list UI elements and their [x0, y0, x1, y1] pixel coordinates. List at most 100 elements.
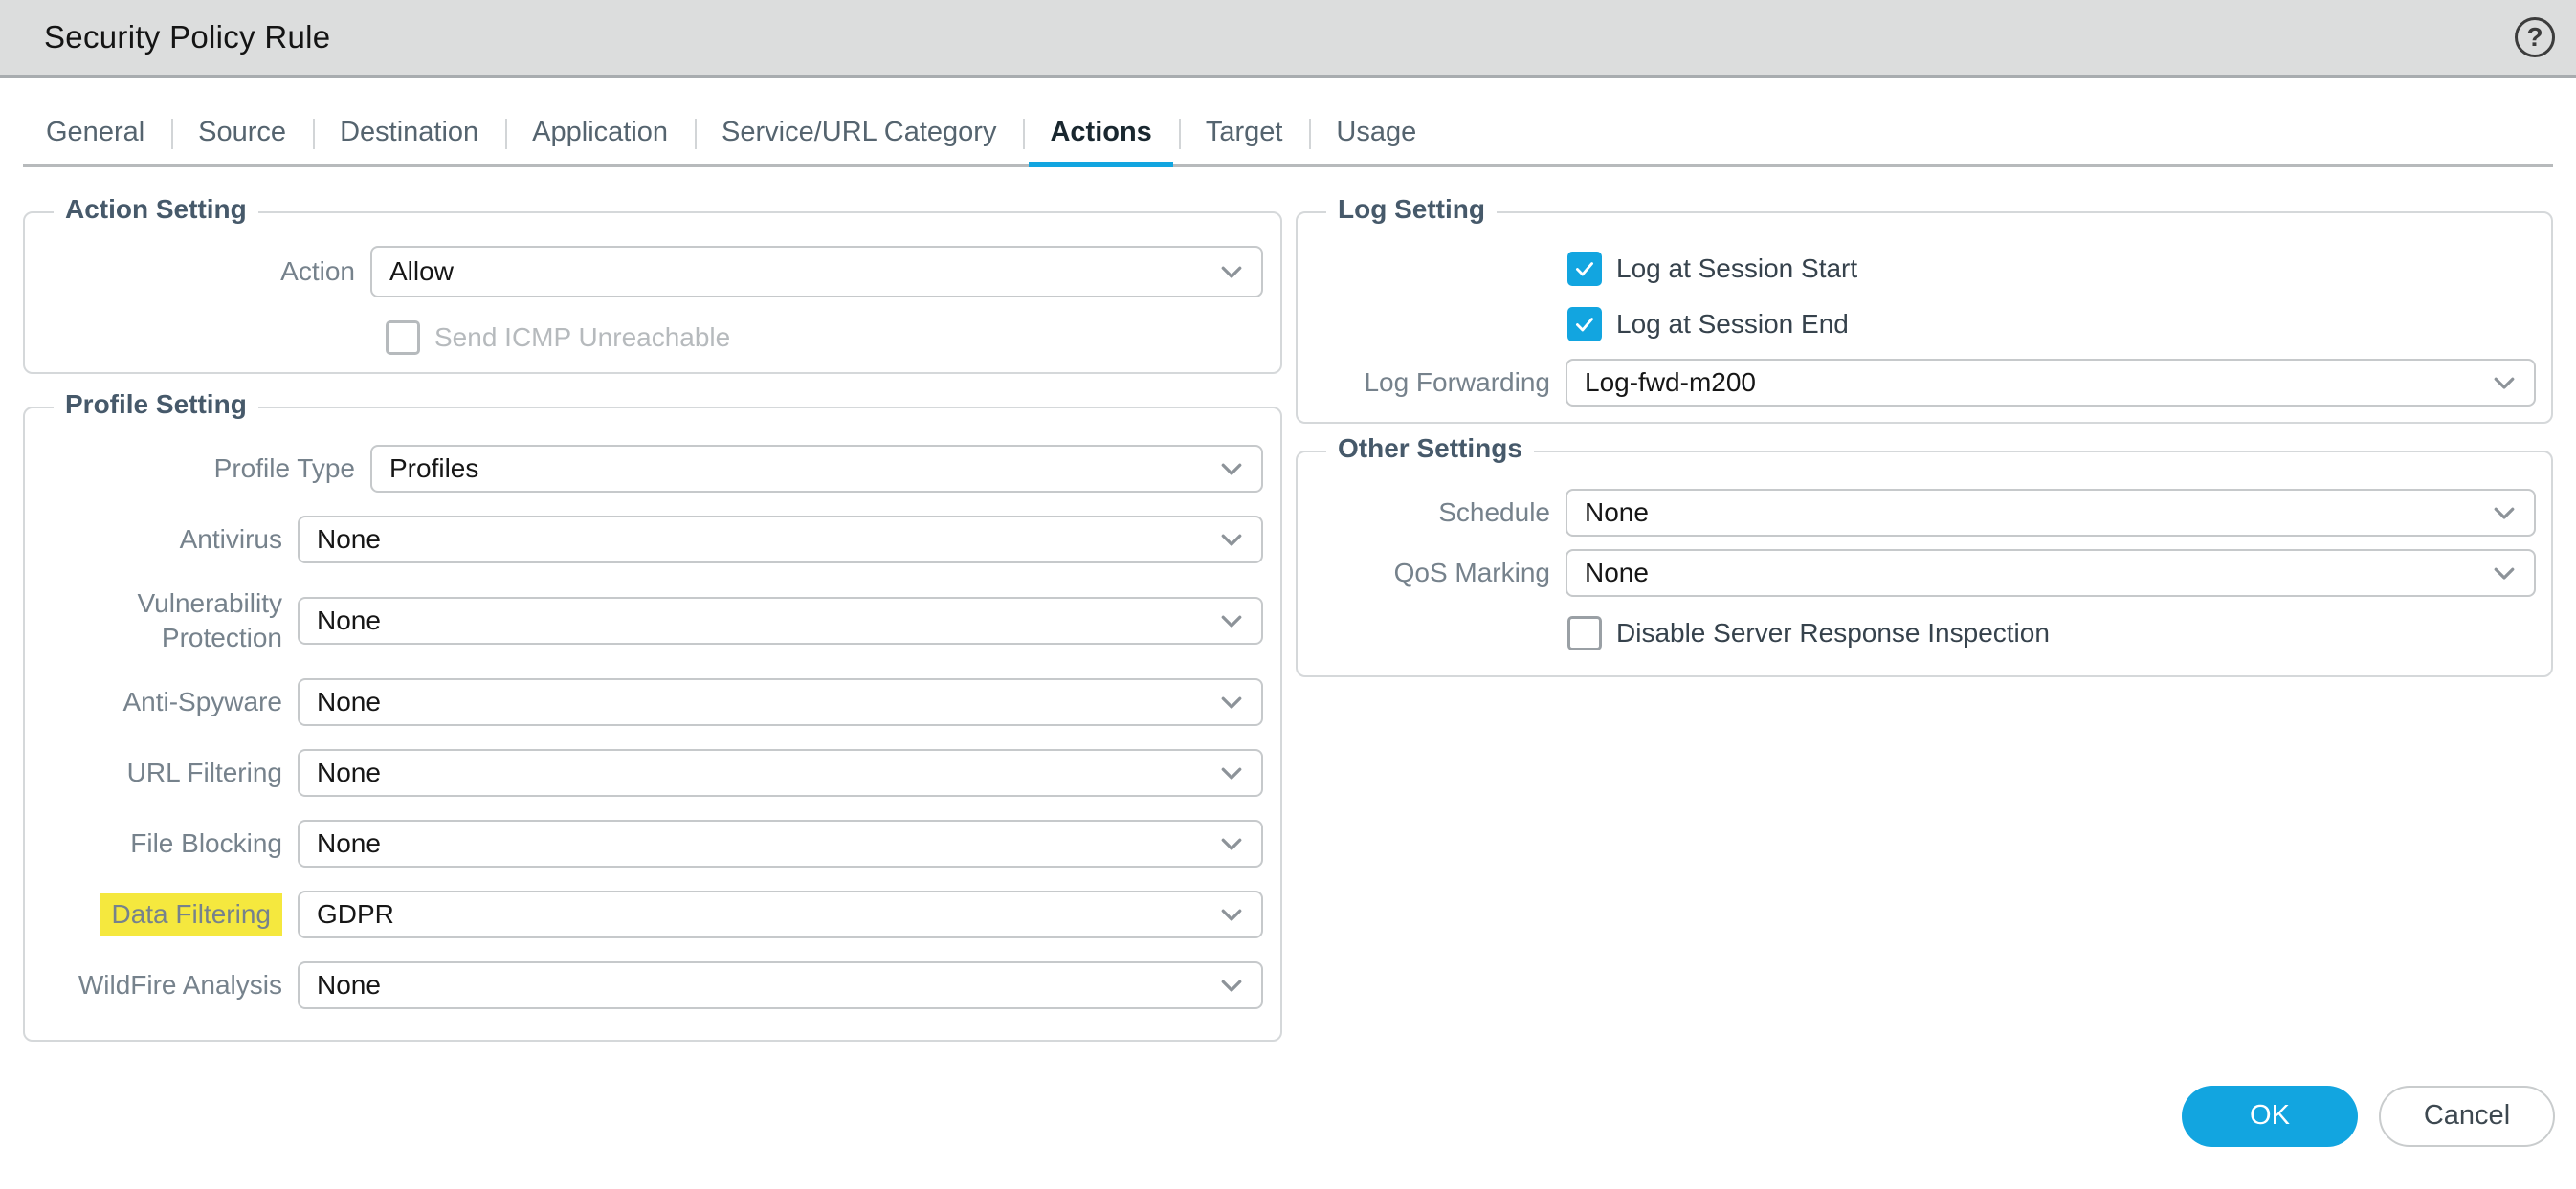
chevron-down-icon — [1217, 971, 1246, 1000]
wildfire-analysis-select[interactable]: None — [298, 961, 1263, 1009]
tab-destination[interactable]: Destination — [313, 105, 505, 164]
url-filtering-value: None — [317, 758, 381, 788]
tab-bar: General Source Destination Application Servi… — [23, 105, 2553, 167]
log-at-session-start-row: Log at Session Start — [1567, 252, 2536, 286]
send-icmp-unreachable-row: Send ICMP Unreachable — [386, 320, 1263, 355]
other-settings-legend: Other Settings — [1326, 433, 1534, 464]
action-select[interactable]: Allow — [370, 246, 1263, 297]
file-blocking-value: None — [317, 828, 381, 859]
antivirus-label-text: Antivirus — [180, 524, 282, 554]
tab-label: General — [46, 117, 144, 147]
log-at-session-start-label: Log at Session Start — [1616, 253, 1857, 284]
log-at-session-start-checkbox[interactable] — [1567, 252, 1602, 286]
dialog-body: Action Setting Action Allow Send ICMP Un… — [0, 167, 2576, 1042]
dialog-footer: OK Cancel — [0, 1086, 2576, 1147]
file-blocking-label: File Blocking — [25, 826, 298, 861]
qos-marking-select[interactable]: None — [1566, 549, 2536, 597]
tab-general[interactable]: General — [23, 105, 171, 164]
wildfire-analysis-label: WildFire Analysis — [25, 968, 298, 1002]
tab-label: Destination — [340, 117, 478, 147]
send-icmp-unreachable-label: Send ICMP Unreachable — [434, 322, 730, 353]
antivirus-select[interactable]: None — [298, 516, 1263, 563]
tab-label: Actions — [1050, 117, 1151, 147]
action-value: Allow — [389, 256, 454, 287]
tab-target[interactable]: Target — [1179, 105, 1310, 164]
wildfire-analysis-row: WildFire Analysis None — [25, 961, 1263, 1009]
anti-spyware-select[interactable]: None — [298, 678, 1263, 726]
log-forwarding-label: Log Forwarding — [1298, 365, 1566, 400]
action-setting-legend: Action Setting — [54, 194, 258, 225]
schedule-row: Schedule None — [1298, 489, 2536, 537]
file-blocking-select[interactable]: None — [298, 820, 1263, 868]
help-icon[interactable]: ? — [2515, 17, 2555, 57]
cancel-button[interactable]: Cancel — [2379, 1086, 2555, 1147]
log-forwarding-value: Log-fwd-m200 — [1585, 367, 1756, 398]
other-settings-fieldset: Other Settings ScheduleNoneQoS MarkingNo… — [1296, 451, 2553, 677]
url-filtering-row: URL Filtering None — [25, 749, 1263, 797]
log-at-session-end-label: Log at Session End — [1616, 309, 1849, 340]
anti-spyware-row: Anti-Spyware None — [25, 678, 1263, 726]
data-filtering-select[interactable]: GDPR — [298, 891, 1263, 938]
chevron-down-icon — [1217, 900, 1246, 929]
anti-spyware-label: Anti-Spyware — [25, 685, 298, 719]
tab-service-url-category[interactable]: Service/URL Category — [695, 105, 1023, 164]
file-blocking-row: File Blocking None — [25, 820, 1263, 868]
wildfire-analysis-label-text: WildFire Analysis — [78, 970, 282, 1000]
send-icmp-unreachable-checkbox[interactable] — [386, 320, 420, 355]
tab-actions[interactable]: Actions — [1023, 105, 1178, 164]
log-forwarding-select[interactable]: Log-fwd-m200 — [1566, 359, 2536, 407]
vulnerability-protection-label-text: Vulnerability Protection — [138, 588, 282, 652]
right-column: Log Setting Log at Session StartLog at S… — [1296, 167, 2553, 677]
disable-server-response-inspection-label: Disable Server Response Inspection — [1616, 618, 2050, 649]
log-at-session-end-checkbox[interactable] — [1567, 307, 1602, 341]
disable-server-response-inspection-checkbox[interactable] — [1567, 616, 1602, 650]
data-filtering-row: Data Filtering GDPR — [25, 891, 1263, 938]
profile-rows: Profile TypeProfilesAntivirusNoneVulnera… — [25, 445, 1263, 1009]
schedule-select[interactable]: None — [1566, 489, 2536, 537]
anti-spyware-value: None — [317, 687, 381, 717]
disable-server-response-inspection-row: Disable Server Response Inspection — [1567, 616, 2536, 650]
antivirus-row: Antivirus None — [25, 516, 1263, 563]
url-filtering-label-text: URL Filtering — [127, 758, 282, 787]
file-blocking-label-text: File Blocking — [130, 828, 282, 858]
antivirus-label: Antivirus — [25, 522, 298, 557]
qos-marking-value: None — [1585, 558, 1649, 588]
tab-usage[interactable]: Usage — [1309, 105, 1443, 164]
tab-application[interactable]: Application — [505, 105, 695, 164]
profile-type-select[interactable]: Profiles — [370, 445, 1263, 493]
chevron-down-icon — [2490, 368, 2519, 397]
profile-type-row: Profile TypeProfiles — [25, 445, 1263, 493]
url-filtering-label: URL Filtering — [25, 756, 298, 790]
tab-label: Application — [532, 117, 668, 147]
other-settings-rows: Schedule None QoS Marking None — [1298, 489, 2536, 597]
profile-setting-legend: Profile Setting — [54, 389, 258, 420]
qos-marking-label-text: QoS Marking — [1394, 558, 1550, 587]
data-filtering-value: GDPR — [317, 899, 394, 930]
help-icon-glyph: ? — [2526, 22, 2543, 53]
dialog-title: Security Policy Rule — [44, 19, 330, 55]
profile-type-value: Profiles — [389, 453, 478, 484]
tab-label: Usage — [1336, 117, 1416, 147]
anti-spyware-label-text: Anti-Spyware — [122, 687, 282, 716]
ok-button[interactable]: OK — [2182, 1086, 2358, 1147]
tab-label: Target — [1206, 117, 1283, 147]
log-checkboxes: Log at Session Start Log at Session End — [1298, 252, 2536, 341]
tab-label: Source — [198, 117, 286, 147]
vulnerability-protection-value: None — [317, 606, 381, 636]
chevron-down-icon — [1217, 257, 1246, 286]
url-filtering-select[interactable]: None — [298, 749, 1263, 797]
data-filtering-label-text: Data Filtering — [100, 893, 282, 936]
wildfire-analysis-value: None — [317, 970, 381, 1001]
chevron-down-icon — [2490, 559, 2519, 587]
tab-source[interactable]: Source — [171, 105, 313, 164]
chevron-down-icon — [1217, 759, 1246, 787]
data-filtering-label: Data Filtering — [25, 893, 298, 936]
chevron-down-icon — [1217, 454, 1246, 483]
left-column: Action Setting Action Allow Send ICMP Un… — [23, 167, 1282, 1042]
vulnerability-protection-select[interactable]: None — [298, 597, 1263, 645]
schedule-label: Schedule — [1298, 495, 1566, 530]
vulnerability-protection-row: Vulnerability Protection None — [25, 586, 1263, 655]
log-forwarding-row: Log Forwarding Log-fwd-m200 — [1298, 359, 2536, 407]
schedule-value: None — [1585, 497, 1649, 528]
chevron-down-icon — [1217, 525, 1246, 554]
